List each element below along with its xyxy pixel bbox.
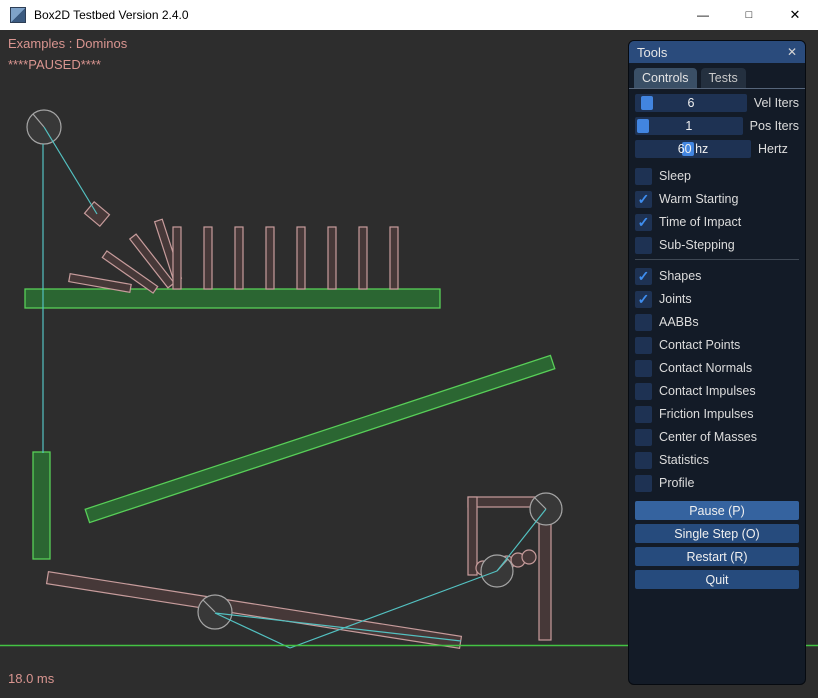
warm-starting-checkbox[interactable]: ✓ — [635, 191, 652, 208]
time-of-impact-checkbox[interactable]: ✓ — [635, 214, 652, 231]
vel-iters-slider[interactable]: 6 — [635, 94, 747, 112]
shapes-checkbox[interactable]: ✓ — [635, 268, 652, 285]
app-icon — [10, 7, 26, 23]
contact-points-label: Contact Points — [659, 338, 740, 352]
check-row-joints: ✓ Joints — [635, 290, 799, 308]
vel-iters-label: Vel Iters — [754, 96, 799, 110]
window-titlebar[interactable]: Box2D Testbed Version 2.4.0 — □ ✕ — [0, 0, 818, 30]
single-step-button[interactable]: Single Step (O) — [635, 524, 799, 543]
friction-impulses-checkbox[interactable] — [635, 406, 652, 423]
vel-iters-value: 6 — [635, 94, 747, 112]
domino[interactable] — [235, 227, 243, 289]
hertz-value: 60 hz — [635, 140, 751, 158]
domino[interactable] — [390, 227, 398, 289]
hanging-plank — [33, 452, 50, 559]
frame-time-label: 18.0 ms — [8, 671, 54, 686]
aabbs-label: AABBs — [659, 315, 699, 329]
tools-panel-title: Tools — [637, 45, 667, 60]
close-icon[interactable]: ✕ — [772, 0, 818, 30]
contact-impulses-label: Contact Impulses — [659, 384, 756, 398]
check-row-profile: Profile — [635, 474, 799, 492]
friction-impulses-label: Friction Impulses — [659, 407, 753, 421]
check-row-aabbs: AABBs — [635, 313, 799, 331]
warm-starting-label: Warm Starting — [659, 192, 738, 206]
sleep-label: Sleep — [659, 169, 691, 183]
statistics-checkbox[interactable] — [635, 452, 652, 469]
tab-tests[interactable]: Tests — [701, 68, 746, 88]
sleep-checkbox[interactable] — [635, 168, 652, 185]
aabbs-checkbox[interactable] — [635, 314, 652, 331]
sub-stepping-label: Sub-Stepping — [659, 238, 735, 252]
pos-iters-label: Pos Iters — [750, 119, 799, 133]
joint-line — [44, 127, 97, 214]
check-row-warm-starting: ✓ Warm Starting — [635, 190, 799, 208]
slider-row-vel-iters: 6 Vel Iters — [635, 94, 799, 112]
slider-row-pos-iters: 1 Pos Iters — [635, 117, 799, 135]
check-row-contact-points: Contact Points — [635, 336, 799, 354]
domino[interactable] — [266, 227, 274, 289]
pause-button[interactable]: Pause (P) — [635, 501, 799, 520]
check-row-sub-stepping: Sub-Stepping — [635, 236, 799, 254]
restart-button[interactable]: Restart (R) — [635, 547, 799, 566]
contact-impulses-checkbox[interactable] — [635, 383, 652, 400]
check-row-time-of-impact: ✓ Time of Impact — [635, 213, 799, 231]
domino[interactable] — [359, 227, 367, 289]
check-row-contact-normals: Contact Normals — [635, 359, 799, 377]
separator — [635, 259, 799, 260]
time-of-impact-label: Time of Impact — [659, 215, 741, 229]
shapes-label: Shapes — [659, 269, 701, 283]
joints-label: Joints — [659, 292, 692, 306]
pos-iters-value: 1 — [635, 117, 743, 135]
center-of-masses-checkbox[interactable] — [635, 429, 652, 446]
panel-close-icon[interactable]: ✕ — [787, 45, 797, 59]
sub-stepping-checkbox[interactable] — [635, 237, 652, 254]
statistics-label: Statistics — [659, 453, 709, 467]
joints-checkbox[interactable]: ✓ — [635, 291, 652, 308]
domino-platform — [25, 289, 440, 308]
paused-label: ****PAUSED**** — [8, 57, 101, 72]
tools-tabbar: Controls Tests — [629, 63, 805, 89]
ramp-plank[interactable] — [47, 572, 462, 649]
circle-bodies[interactable] — [27, 110, 562, 629]
check-row-friction-impulses: Friction Impulses — [635, 405, 799, 423]
contact-points-checkbox[interactable] — [635, 337, 652, 354]
ball[interactable] — [522, 550, 536, 564]
pos-iters-slider[interactable]: 1 — [635, 117, 743, 135]
tab-controls[interactable]: Controls — [634, 68, 697, 88]
contact-normals-label: Contact Normals — [659, 361, 752, 375]
domino[interactable] — [173, 227, 181, 289]
check-row-statistics: Statistics — [635, 451, 799, 469]
check-row-sleep: Sleep — [635, 167, 799, 185]
window-controls: — □ ✕ — [680, 0, 818, 30]
domino[interactable] — [328, 227, 336, 289]
check-row-contact-impulses: Contact Impulses — [635, 382, 799, 400]
window-title: Box2D Testbed Version 2.4.0 — [34, 8, 189, 22]
tools-panel-body: 6 Vel Iters 1 Pos Iters 60 hz Hertz Slee… — [629, 89, 805, 589]
maximize-icon[interactable]: □ — [726, 0, 772, 30]
domino[interactable] — [204, 227, 212, 289]
tools-panel: Tools ✕ Controls Tests 6 Vel Iters 1 Pos… — [628, 40, 806, 685]
cradle-left-post[interactable] — [468, 497, 477, 575]
profile-label: Profile — [659, 476, 694, 490]
domino[interactable] — [297, 227, 305, 289]
hertz-slider[interactable]: 60 hz — [635, 140, 751, 158]
minimize-icon[interactable]: — — [680, 0, 726, 30]
contact-normals-checkbox[interactable] — [635, 360, 652, 377]
check-row-center-of-masses: Center of Masses — [635, 428, 799, 446]
center-of-masses-label: Center of Masses — [659, 430, 757, 444]
tools-panel-titlebar[interactable]: Tools ✕ — [629, 41, 805, 63]
dominos[interactable] — [69, 219, 398, 293]
example-label: Examples : Dominos — [8, 36, 127, 51]
hertz-label: Hertz — [758, 142, 788, 156]
profile-checkbox[interactable] — [635, 475, 652, 492]
quit-button[interactable]: Quit — [635, 570, 799, 589]
check-row-shapes: ✓ Shapes — [635, 267, 799, 285]
slider-row-hertz: 60 hz Hertz — [635, 140, 799, 158]
